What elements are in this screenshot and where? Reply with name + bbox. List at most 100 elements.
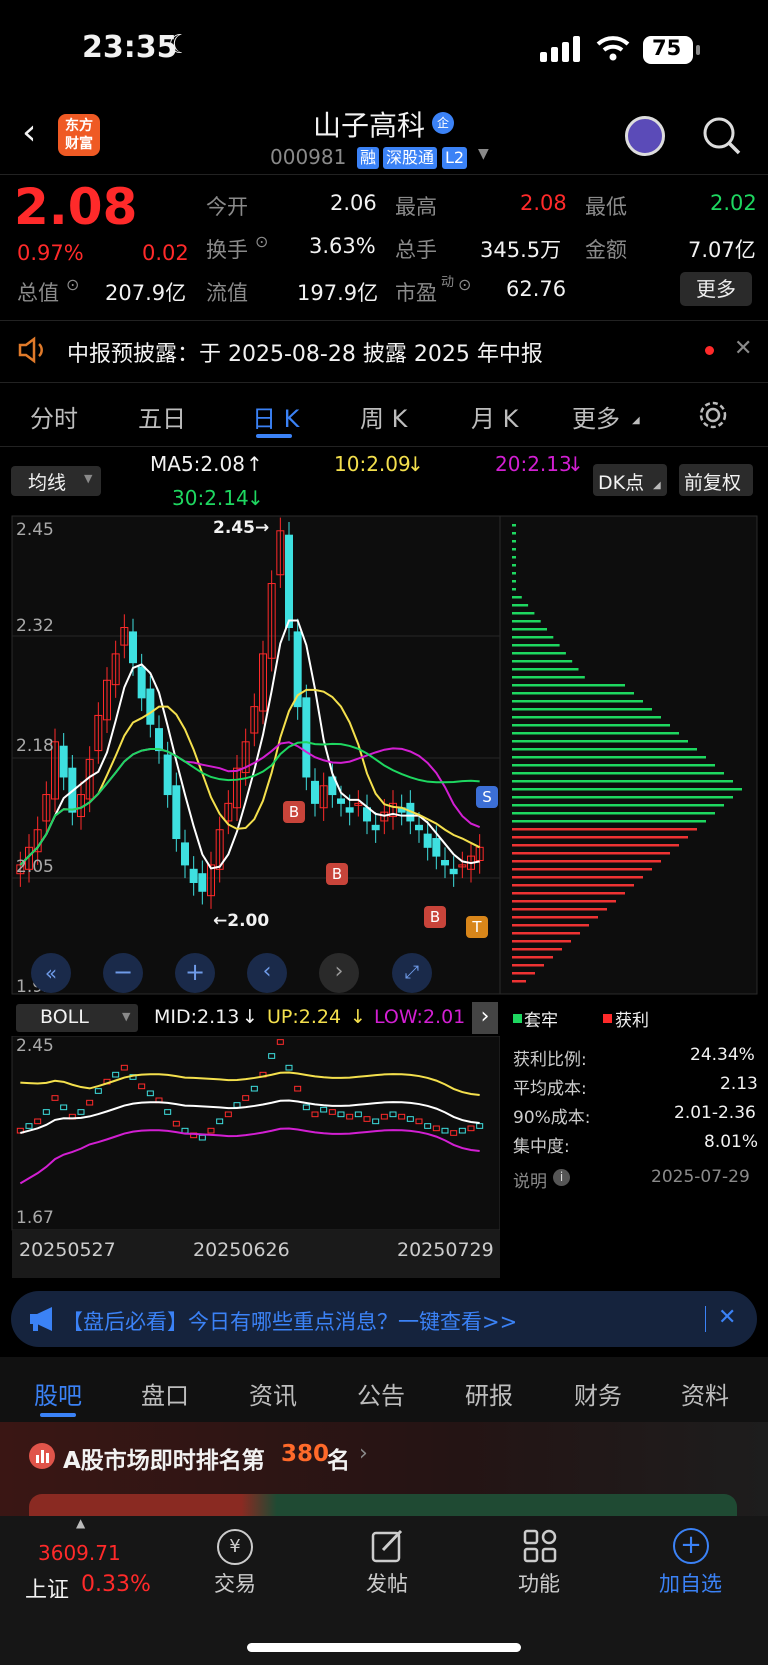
grid-function-icon[interactable] (522, 1528, 558, 1564)
boll-select[interactable]: BOLL ▼ (16, 1004, 138, 1032)
chip-note-label[interactable]: 说明 (513, 1167, 547, 1192)
stock-name: 山子高科 (313, 109, 426, 142)
back-icon[interactable]: ‹ (22, 112, 36, 153)
date-label-mid: 20250626 (193, 1239, 290, 1261)
sell-marker[interactable]: S (476, 786, 498, 808)
chip-bar (512, 580, 516, 583)
dk-point-button[interactable]: DK点 ◢ (593, 464, 667, 496)
fq-label: 前复权 (684, 472, 742, 494)
edit-post-icon[interactable] (370, 1528, 406, 1564)
unread-dot (705, 346, 714, 355)
chevron-down-icon[interactable]: ▼ (478, 146, 489, 162)
dk-label: DK点 (598, 472, 645, 494)
settings-gear-icon[interactable] (698, 400, 728, 430)
kline-chart[interactable] (0, 510, 768, 1000)
nav-function[interactable]: 功能 (518, 1568, 560, 1598)
fullscreen-icon[interactable]: ⤢ (392, 953, 432, 993)
value-pe: 62.76 (506, 277, 567, 301)
chip-bar (512, 788, 742, 791)
buy-marker[interactable]: B (326, 863, 348, 885)
robot-assistant-icon[interactable] (625, 116, 665, 156)
dropdown-icon: ▼ (122, 1010, 131, 1023)
zoom-in-icon[interactable]: + (175, 953, 215, 993)
info-icon[interactable]: ⊙ (66, 275, 79, 294)
zoom-out-icon[interactable]: − (103, 953, 143, 993)
value-open: 2.06 (330, 191, 377, 215)
search-icon[interactable] (702, 116, 742, 156)
chip-bar (512, 820, 706, 823)
caret-up-icon: ▲ (76, 1516, 86, 1530)
change-percent: 0.97% (17, 241, 84, 265)
close-icon[interactable]: ✕ (718, 1305, 736, 1330)
fast-backward-icon[interactable]: « (31, 953, 71, 993)
label-amount: 金额 (585, 238, 627, 262)
tab-month-k[interactable]: 月 K (471, 399, 518, 434)
candle-body (198, 873, 207, 892)
nav-trade[interactable]: 交易 (214, 1568, 256, 1598)
candle-body (146, 688, 155, 725)
tab-zixun[interactable]: 资讯 (249, 1376, 297, 1411)
low-note: ←2.00 (213, 911, 270, 931)
chip-value: 2.01-2.36 (674, 1103, 756, 1123)
add-watchlist-icon[interactable]: + (673, 1528, 709, 1564)
chip-bar (512, 716, 661, 719)
tab-more[interactable]: 更多 (572, 399, 620, 434)
tab-wuri[interactable]: 五日 (138, 399, 186, 434)
chip-bar (512, 564, 516, 567)
chip-bar (512, 548, 516, 551)
tab-yanbao[interactable]: 研报 (465, 1376, 513, 1411)
value-float: 197.9亿 (297, 281, 379, 305)
boll-chart[interactable] (0, 1036, 500, 1234)
value-amount: 7.07亿 (688, 238, 756, 262)
t-marker[interactable]: T (466, 916, 488, 938)
y-label-3: 2.18 (16, 736, 54, 756)
tab-ziliao[interactable]: 资料 (681, 1376, 729, 1411)
candle-body (415, 824, 423, 831)
value-low: 2.02 (710, 191, 757, 215)
rank-prefix: A股市场即时排名第 (63, 1448, 265, 1474)
tab-day-k[interactable]: 日 K (252, 399, 299, 434)
close-icon[interactable]: ✕ (734, 336, 752, 361)
index-value[interactable]: 3609.71 (38, 1541, 121, 1565)
chip-bar (512, 924, 589, 927)
chip-bar (512, 972, 535, 975)
tab-caiwu[interactable]: 财务 (574, 1376, 622, 1411)
fq-button[interactable]: 前复权 (679, 464, 753, 496)
ma-select[interactable]: 均线 ▼ (11, 466, 101, 496)
profit-legend-swatch (603, 1014, 612, 1023)
tab-guba[interactable]: 股吧 (34, 1376, 82, 1411)
tab-week-k[interactable]: 周 K (360, 399, 407, 434)
chip-label: 获利比例: (513, 1050, 587, 1070)
buy-marker[interactable]: B (283, 801, 305, 823)
chip-bar (512, 780, 733, 783)
dropdown-icon: ▼ (84, 472, 93, 485)
candle-body (172, 785, 181, 840)
y-label-4: 2.05 (16, 857, 54, 877)
index-name[interactable]: 上证 (25, 1572, 69, 1604)
banner-text[interactable]: 【盘后必看】今日有哪些重点消息？一键查看>> (62, 1306, 517, 1336)
chip-label: 平均成本: (513, 1079, 587, 1099)
right-icon[interactable]: › (319, 953, 359, 993)
label-open: 今开 (206, 195, 248, 219)
next-indicator-icon[interactable]: › (472, 1002, 498, 1034)
chip-bar (512, 540, 516, 543)
info-icon[interactable]: ⊙ (458, 275, 471, 294)
notice-text[interactable]: 中报预披露：于 2025-08-28 披露 2025 年中报 (67, 336, 543, 368)
more-button[interactable]: 更多 (680, 272, 752, 306)
chip-bar (512, 764, 715, 767)
nav-add-watchlist[interactable]: 加自选 (659, 1568, 722, 1598)
trade-icon[interactable]: ¥ (217, 1529, 253, 1565)
nav-post[interactable]: 发帖 (366, 1568, 408, 1598)
index-pct[interactable]: 0.33% (81, 1572, 151, 1597)
legend-trap: 套牢 (524, 1011, 558, 1031)
info-icon[interactable]: i (553, 1169, 570, 1186)
info-icon[interactable]: ⊙ (255, 232, 268, 251)
tab-gonggao[interactable]: 公告 (357, 1376, 405, 1411)
left-icon[interactable]: ‹ (247, 953, 287, 993)
buy-marker[interactable]: B (424, 906, 446, 928)
candle-body (189, 868, 198, 883)
chip-value: 2.13 (720, 1074, 758, 1094)
tab-fenshi[interactable]: 分时 (30, 399, 78, 434)
tab-pankou[interactable]: 盘口 (141, 1376, 189, 1411)
chip-bar (512, 668, 579, 671)
